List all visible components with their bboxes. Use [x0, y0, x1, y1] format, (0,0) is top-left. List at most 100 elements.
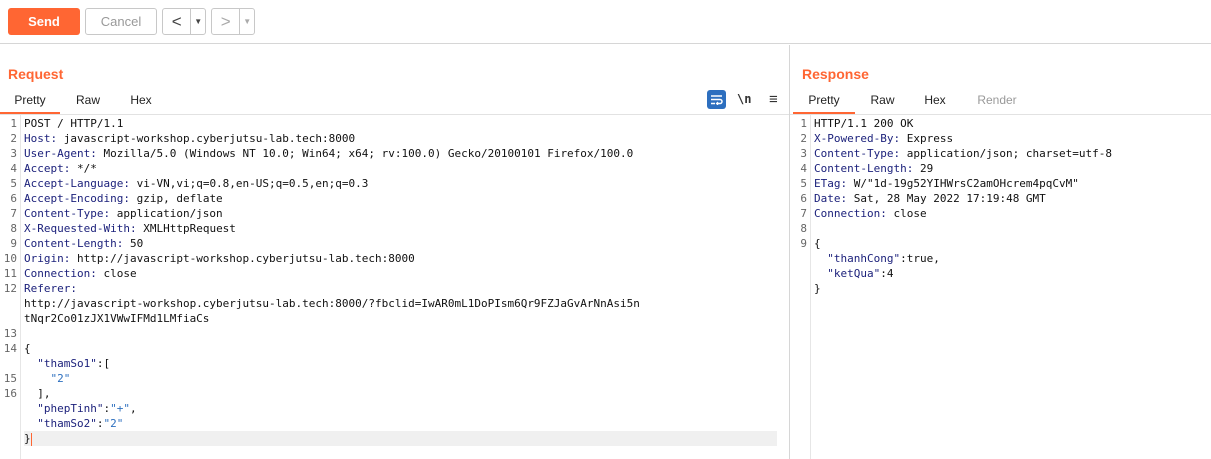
- chevron-left-icon: <: [171, 11, 182, 31]
- line-number: [0, 401, 17, 416]
- cancel-button[interactable]: Cancel: [85, 8, 157, 35]
- code-value: :true,: [900, 252, 940, 265]
- code-value: close: [96, 267, 137, 280]
- code-line[interactable]: 1 POST / HTTP/1.1: [10, 116, 777, 131]
- code-line[interactable]: 1 HTTP/1.1 200 OK: [800, 116, 1199, 131]
- chevron-down-icon[interactable]: ▼: [239, 9, 254, 34]
- code-line[interactable]: 6 Date: Sat, 28 May 2022 17:19:48 GMT: [800, 191, 1199, 206]
- header-name: Host:: [24, 132, 58, 145]
- tab-request-pretty[interactable]: Pretty: [0, 90, 60, 114]
- tab-response-hex[interactable]: Hex: [910, 90, 960, 114]
- line-number: 6: [10, 192, 17, 205]
- request-editor[interactable]: 1 POST / HTTP/1.1 2 Host: javascript-worksh…: [0, 114, 789, 459]
- hamburger-menu-icon[interactable]: ≡: [769, 90, 778, 109]
- line-number: 15: [3, 372, 17, 385]
- request-code-area[interactable]: 1 POST / HTTP/1.1 2 Host: javascript-worksh…: [4, 115, 777, 459]
- line-number: 13: [3, 327, 17, 340]
- code-line[interactable]: "thamSo1":[: [24, 356, 777, 371]
- code-line[interactable]: 4 Content-Length: 29: [800, 161, 1199, 176]
- code-value: javascript-workshop.cyberjutsu-lab.tech:…: [57, 132, 356, 145]
- line-number: 7: [800, 207, 807, 220]
- code-value: application/json: [110, 207, 223, 220]
- code-value: http://javascript-workshop.cyberjutsu-la…: [70, 252, 415, 265]
- line-number: [0, 311, 17, 326]
- header-name: Date:: [814, 192, 848, 205]
- code-line[interactable]: tNqr2Co01zJX1VWwIFMd1LMfiaCs: [24, 311, 777, 326]
- code-value: Mozilla/5.0 (Windows NT 10.0; Win64; x64…: [96, 147, 634, 160]
- line-number: [0, 356, 17, 371]
- toolbar: Send Cancel < ▼ > ▼: [0, 0, 1211, 44]
- code-line[interactable]: 14 {: [4, 341, 777, 356]
- code-line[interactable]: 6 Accept-Encoding: gzip, deflate: [10, 191, 777, 206]
- code-line[interactable]: "phepTinh":"+",: [24, 401, 777, 416]
- code-line[interactable]: 3 Content-Type: application/json; charset…: [800, 146, 1199, 161]
- history-back-button[interactable]: < ▼: [162, 8, 206, 35]
- line-number: 14: [3, 342, 17, 355]
- code-line[interactable]: 12 Referer:: [4, 281, 777, 296]
- code-line[interactable]: 4 Accept: */*: [10, 161, 777, 176]
- request-title: Request: [8, 66, 64, 82]
- send-button[interactable]: Send: [8, 8, 80, 35]
- response-tabs: Pretty Raw Hex Render: [790, 90, 1211, 114]
- code-line[interactable]: 16 ],: [4, 386, 777, 401]
- code-line[interactable]: 2 Host: javascript-workshop.cyberjutsu-la…: [10, 131, 777, 146]
- line-number: [0, 431, 17, 446]
- code-line[interactable]: "thanhCong":true,: [814, 251, 1199, 266]
- code-line[interactable]: 13: [4, 326, 777, 341]
- code-value: }: [814, 282, 821, 295]
- code-line[interactable]: }: [24, 431, 777, 446]
- json-key: "thanhCong": [827, 252, 901, 265]
- line-number: 9: [10, 237, 17, 250]
- line-number: 11: [3, 267, 17, 280]
- header-name: Accept-Encoding:: [24, 192, 130, 205]
- code-line[interactable]: 2 X-Powered-By: Express: [800, 131, 1199, 146]
- code-value: 50: [123, 237, 144, 250]
- tab-response-render[interactable]: Render: [962, 90, 1032, 114]
- tab-response-pretty[interactable]: Pretty: [793, 90, 855, 114]
- line-number: 2: [800, 132, 807, 145]
- tab-request-hex[interactable]: Hex: [116, 90, 166, 114]
- code-value: POST / HTTP/1.1: [24, 117, 124, 130]
- line-number: 16: [3, 387, 17, 400]
- code-line[interactable]: }: [814, 281, 1199, 296]
- code-value: vi-VN,vi;q=0.8,en-US;q=0.5,en;q=0.3: [129, 177, 369, 190]
- line-number: 8: [10, 222, 17, 235]
- word-wrap-icon[interactable]: [707, 90, 726, 109]
- code-line[interactable]: 7 Content-Type: application/json: [10, 206, 777, 221]
- code-value: W/"1d-19g52YIHWrsC2amOHcrem4pqCvM": [847, 177, 1079, 190]
- chevron-down-icon[interactable]: ▼: [190, 9, 205, 34]
- code-value: tNqr2Co01zJX1VWwIFMd1LMfiaCs: [24, 312, 210, 325]
- code-line[interactable]: 7 Connection: close: [800, 206, 1199, 221]
- response-editor[interactable]: 1 HTTP/1.1 200 OK 2 X-Powered-By: Express 3 C…: [790, 114, 1211, 459]
- code-line[interactable]: 8: [800, 221, 1199, 236]
- code-line[interactable]: 11 Connection: close: [4, 266, 777, 281]
- code-value: close: [886, 207, 927, 220]
- line-number: 4: [10, 162, 17, 175]
- code-value: }: [24, 432, 31, 445]
- code-value: {: [24, 342, 31, 355]
- code-line[interactable]: 9{: [800, 236, 1199, 251]
- json-string: "2": [50, 372, 71, 385]
- history-forward-button[interactable]: > ▼: [211, 8, 255, 35]
- code-value: :[: [96, 357, 111, 370]
- tab-request-raw[interactable]: Raw: [60, 90, 116, 114]
- code-line[interactable]: http://javascript-workshop.cyberjutsu-la…: [24, 296, 777, 311]
- code-value: HTTP/1.1 200 OK: [814, 117, 914, 130]
- header-name: Content-Type:: [814, 147, 901, 160]
- show-newlines-icon[interactable]: \n: [737, 90, 751, 109]
- response-code-area[interactable]: 1 HTTP/1.1 200 OK 2 X-Powered-By: Express 3 C…: [800, 115, 1199, 459]
- code-line[interactable]: 8 X-Requested-With: XMLHttpRequest: [10, 221, 777, 236]
- code-line[interactable]: "ketQua":4: [814, 266, 1199, 281]
- code-line[interactable]: 5 Accept-Language: vi-VN,vi;q=0.8,en-US;q…: [10, 176, 777, 191]
- code-value: ],: [24, 387, 51, 400]
- code-line[interactable]: 15 "2": [4, 371, 777, 386]
- code-line[interactable]: "thamSo2":"2": [24, 416, 777, 431]
- tab-response-raw[interactable]: Raw: [855, 90, 910, 114]
- code-value: Express: [900, 132, 954, 145]
- code-line[interactable]: 9 Content-Length: 50: [10, 236, 777, 251]
- json-key: "phepTinh": [37, 402, 104, 415]
- code-line[interactable]: 10 Origin: http://javascript-workshop.cyb…: [4, 251, 777, 266]
- line-number: 9: [800, 237, 807, 250]
- code-line[interactable]: 5 ETag: W/"1d-19g52YIHWrsC2amOHcrem4pqCvM…: [800, 176, 1199, 191]
- code-line[interactable]: 3 User-Agent: Mozilla/5.0 (Windows NT 10.…: [10, 146, 777, 161]
